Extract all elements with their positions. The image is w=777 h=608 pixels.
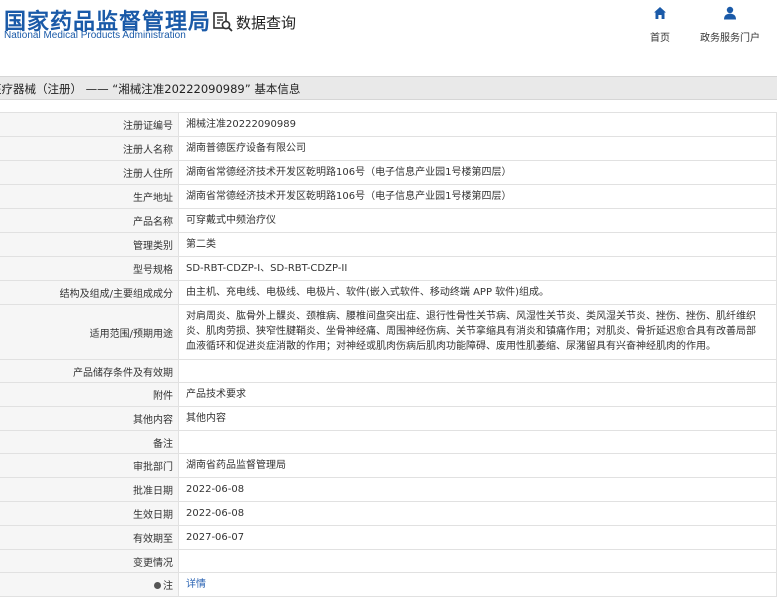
field-value: 2022-06-08 <box>178 477 777 502</box>
site-header: 国家药品监督管理局 National Medical Products Admi… <box>0 0 777 58</box>
field-value: 产品技术要求 <box>178 382 777 407</box>
field-value: 湖南省常德经济技术开发区乾明路106号（电子信息产业园1号楼第四层） <box>178 184 777 209</box>
field-label: 注册人名称 <box>0 136 179 161</box>
nav-service-portal-label: 政务服务门户 <box>700 33 760 44</box>
field-label: 产品储存条件及有效期 <box>0 359 179 383</box>
table-row: 型号规格 SD-RBT-CDZP-I、SD-RBT-CDZP-II <box>0 256 777 281</box>
field-label: 注册人住所 <box>0 160 179 185</box>
field-label: 有效期至 <box>0 525 179 550</box>
field-value <box>178 359 777 383</box>
field-value: 可穿戴式中频治疗仪 <box>178 208 777 233</box>
field-label: 审批部门 <box>0 453 179 478</box>
pin-icon <box>154 582 161 589</box>
field-value: 湖南省常德经济技术开发区乾明路106号（电子信息产业园1号楼第四层） <box>178 160 777 185</box>
details-link[interactable]: 详情 <box>186 579 206 590</box>
breadcrumb: 医疗器械（注册） —— “湘械注准20222090989” 基本信息 <box>0 82 301 96</box>
field-value: 第二类 <box>178 232 777 257</box>
table-row: 注册人住所 湖南省常德经济技术开发区乾明路106号（电子信息产业园1号楼第四层） <box>0 160 777 185</box>
nav-service-portal[interactable]: 政务服务门户 <box>697 6 763 44</box>
nav-home[interactable]: 首页 <box>645 6 675 44</box>
table-row: 其他内容 其他内容 <box>0 406 777 431</box>
field-value-cell: 详情 <box>178 572 777 597</box>
field-value: 湖南普德医疗设备有限公司 <box>178 136 777 161</box>
registration-info-table: 注册证编号 湘械注准20222090989 注册人名称 湖南普德医疗设备有限公司… <box>0 112 777 597</box>
field-value: 湖南省药品监督管理局 <box>178 453 777 478</box>
table-row: 注册人名称 湖南普德医疗设备有限公司 <box>0 136 777 161</box>
table-row: 批准日期 2022-06-08 <box>0 477 777 502</box>
field-label: 注 <box>163 581 173 592</box>
field-label: 生效日期 <box>0 501 179 526</box>
table-row: 产品名称 可穿戴式中频治疗仪 <box>0 208 777 233</box>
table-row: 有效期至 2027-06-07 <box>0 525 777 550</box>
table-row: 适用范围/预期用途 对肩周炎、肱骨外上髁炎、颈椎病、腰椎间盘突出症、退行性骨性关… <box>0 304 777 360</box>
field-label: 产品名称 <box>0 208 179 233</box>
field-value <box>178 549 777 573</box>
table-row: 变更情况 <box>0 549 777 573</box>
table-row: 注册证编号 湘械注准20222090989 <box>0 112 777 137</box>
field-label: 备注 <box>0 430 179 454</box>
field-label: 型号规格 <box>0 256 179 281</box>
field-value: 其他内容 <box>178 406 777 431</box>
field-label: 批准日期 <box>0 477 179 502</box>
field-value: 2027-06-07 <box>178 525 777 550</box>
data-query-icon <box>212 11 234 33</box>
field-label: 变更情况 <box>0 549 179 573</box>
note-label-cell: 注 <box>0 572 179 597</box>
site-logo-en[interactable]: National Medical Products Administration <box>4 30 186 41</box>
table-row: 审批部门 湖南省药品监督管理局 <box>0 453 777 478</box>
field-value: 2022-06-08 <box>178 501 777 526</box>
home-icon <box>653 6 667 25</box>
field-label: 管理类别 <box>0 232 179 257</box>
table-row: 备注 <box>0 430 777 454</box>
field-label: 适用范围/预期用途 <box>0 304 179 360</box>
field-value: SD-RBT-CDZP-I、SD-RBT-CDZP-II <box>178 256 777 281</box>
field-label: 生产地址 <box>0 184 179 209</box>
table-row: 生效日期 2022-06-08 <box>0 501 777 526</box>
table-row: 产品储存条件及有效期 <box>0 359 777 383</box>
table-row: 附件 产品技术要求 <box>0 382 777 407</box>
table-row: 结构及组成/主要组成成分 由主机、充电线、电极线、电极片、软件(嵌入式软件、移动… <box>0 280 777 305</box>
data-query-label: 数据查询 <box>236 13 297 32</box>
table-row: 生产地址 湖南省常德经济技术开发区乾明路106号（电子信息产业园1号楼第四层） <box>0 184 777 209</box>
field-value: 由主机、充电线、电极线、电极片、软件(嵌入式软件、移动终端 APP 软件)组成。 <box>178 280 777 305</box>
field-value: 对肩周炎、肱骨外上髁炎、颈椎病、腰椎间盘突出症、退行性骨性关节病、风湿性关节炎、… <box>178 304 777 360</box>
table-row: 管理类别 第二类 <box>0 232 777 257</box>
field-label: 附件 <box>0 382 179 407</box>
field-value: 湘械注准20222090989 <box>178 112 777 137</box>
user-icon <box>723 6 737 25</box>
table-row: 注 详情 <box>0 572 777 597</box>
field-label: 注册证编号 <box>0 112 179 137</box>
nav-home-label: 首页 <box>650 33 670 44</box>
data-query-title[interactable]: 数据查询 <box>212 10 296 34</box>
field-value <box>178 430 777 454</box>
field-label: 其他内容 <box>0 406 179 431</box>
breadcrumb-bar: 医疗器械（注册） —— “湘械注准20222090989” 基本信息 <box>0 76 777 100</box>
field-label: 结构及组成/主要组成成分 <box>0 280 179 305</box>
